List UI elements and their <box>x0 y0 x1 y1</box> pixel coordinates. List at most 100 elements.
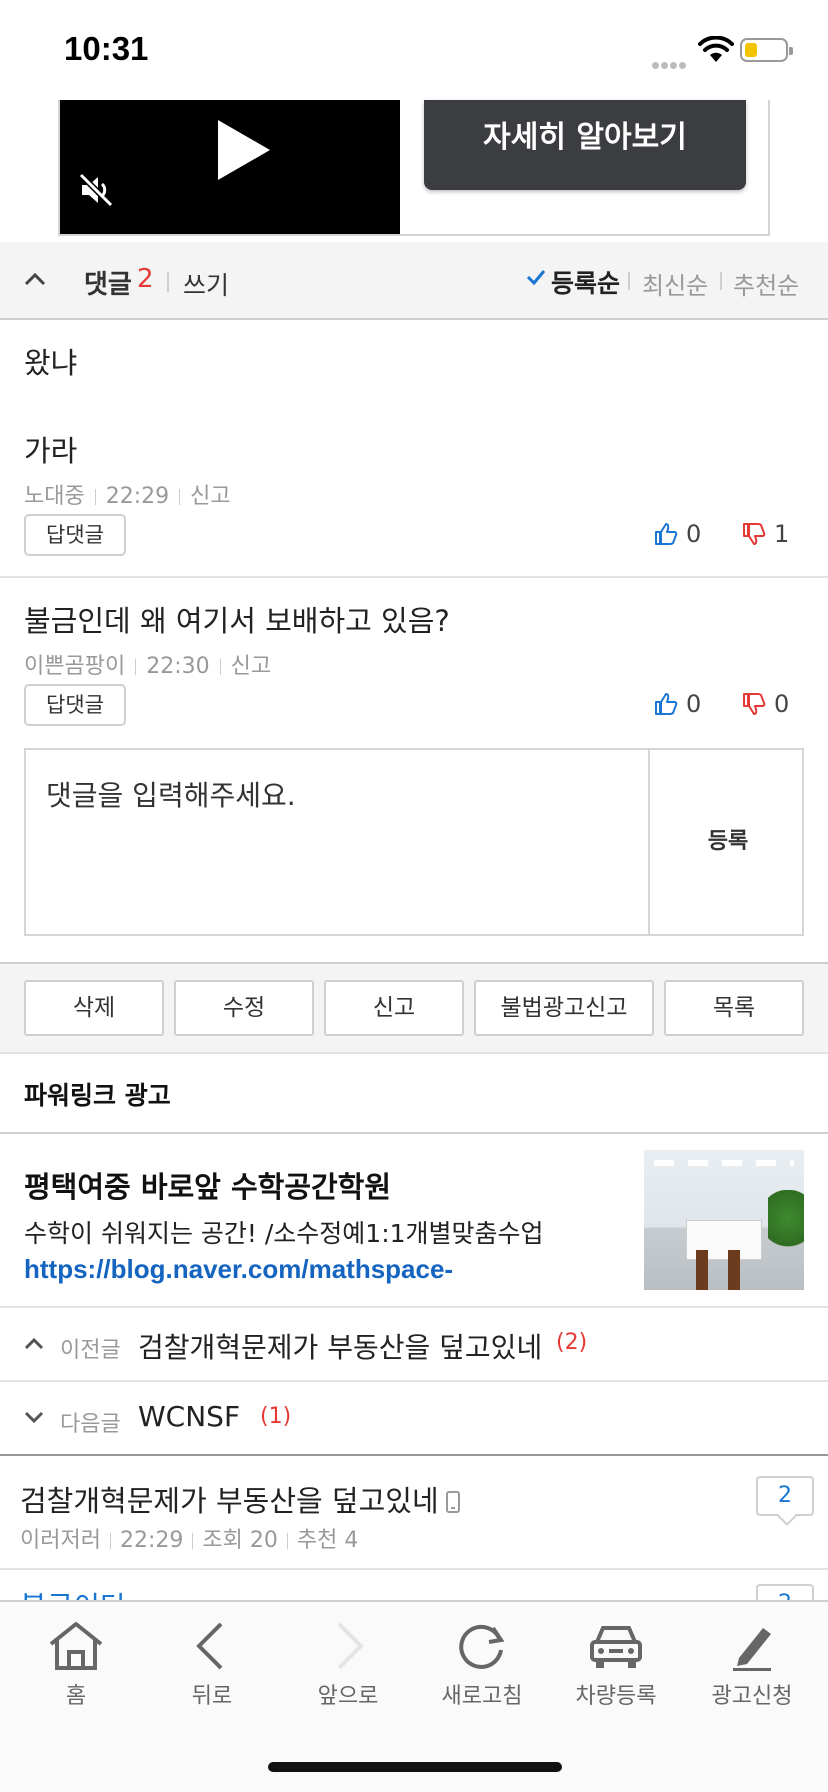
refresh-button[interactable]: 새로고침 <box>422 1620 542 1710</box>
comment-author: 이쁜곰팡이 <box>24 654 126 679</box>
comment-label: 댓글 <box>84 270 132 300</box>
next-post-row[interactable]: 다음글 WCNSF (1) <box>0 1382 828 1456</box>
thumbs-down-icon <box>743 693 766 715</box>
comment-time: 22:29 <box>105 484 170 509</box>
edit-button[interactable]: 수정 <box>174 980 314 1036</box>
like-button[interactable]: 0 <box>654 690 701 718</box>
home-button[interactable]: 홈 <box>16 1620 136 1710</box>
home-indicator <box>268 1762 562 1772</box>
mute-icon[interactable] <box>78 172 114 208</box>
thumbs-up-icon <box>655 523 678 545</box>
next-post-label: 다음글 <box>60 1412 121 1437</box>
sort-latest[interactable]: 최신순 <box>642 266 708 301</box>
chevron-up-icon[interactable] <box>24 272 46 286</box>
dislike-count: 1 <box>774 520 790 548</box>
list-button[interactable]: 목록 <box>664 980 804 1036</box>
car-register-button[interactable]: 차량등록 <box>556 1620 676 1710</box>
post-meta: 이러저러 22:29 조회 20 추천 4 <box>20 1522 358 1554</box>
comment-count: 2 <box>137 264 154 294</box>
status-bar: 10:31 <box>0 0 828 100</box>
post-author: 이러저러 <box>20 1528 101 1553</box>
chevron-left-icon <box>196 1622 223 1670</box>
chevron-up-icon <box>24 1337 44 1350</box>
refresh-icon <box>459 1625 505 1669</box>
video-player[interactable] <box>60 100 400 234</box>
post-views: 조회 20 <box>202 1528 278 1553</box>
back-label: 뒤로 <box>191 1684 233 1709</box>
comment-count-badge[interactable]: 2 <box>756 1476 814 1516</box>
cellular-signal-icon <box>652 54 692 69</box>
car-register-label: 차량등록 <box>575 1684 657 1709</box>
dislike-button[interactable]: 0 <box>742 690 789 718</box>
comment-text: 왔냐 <box>24 346 78 380</box>
post-action-bar: 삭제 수정 신고 불법광고신고 목록 <box>0 962 828 1054</box>
dislike-count: 0 <box>774 690 790 718</box>
comment-form: 등록 <box>24 748 804 936</box>
home-icon <box>49 1622 103 1670</box>
prev-post-comment-count: (2) <box>556 1330 588 1355</box>
learn-more-button[interactable]: 자세히 알아보기 <box>424 100 746 190</box>
forward-button[interactable]: 앞으로 <box>288 1620 408 1710</box>
mobile-icon <box>445 1491 460 1513</box>
divider <box>0 576 828 578</box>
divider <box>720 272 722 290</box>
post-title[interactable]: 검찰개혁문제가 부동산을 덮고있네 <box>20 1478 461 1520</box>
submit-comment-button[interactable]: 등록 <box>652 750 804 934</box>
sort-registered[interactable]: 등록순 <box>551 264 620 300</box>
comment-text: 가라 <box>24 434 78 468</box>
sort-recommended[interactable]: 추천순 <box>733 266 799 301</box>
chevron-down-icon <box>24 1411 44 1424</box>
prev-post-title[interactable]: 검찰개혁문제가 부동산을 덮고있네 <box>138 1326 542 1366</box>
check-icon <box>526 270 546 286</box>
illegal-ad-report-button[interactable]: 불법광고신고 <box>474 980 654 1036</box>
divider <box>628 272 630 290</box>
powerlink-ad[interactable]: 평택여중 바로앞 수학공간학원 수학이 쉬워지는 공간! /소수정예1:1개별맞… <box>0 1132 828 1308</box>
powerlink-title: 파워링크 광고 <box>24 1081 171 1110</box>
status-time: 10:31 <box>64 30 149 67</box>
reply-button[interactable]: 답댓글 <box>24 514 126 556</box>
ad-title[interactable]: 평택여중 바로앞 수학공간학원 <box>24 1164 391 1206</box>
post-title-text[interactable]: 검찰개혁문제가 부동산을 덮고있네 <box>20 1484 439 1518</box>
pencil-icon <box>733 1628 771 1671</box>
refresh-label: 새로고침 <box>441 1684 523 1709</box>
write-comment-link[interactable]: 쓰기 <box>183 266 229 302</box>
dislike-button[interactable]: 1 <box>742 520 789 548</box>
ad-url[interactable]: https://blog.naver.com/mathspace- <box>24 1254 453 1285</box>
divider <box>0 1568 828 1570</box>
like-button[interactable]: 0 <box>654 520 701 548</box>
next-post-title[interactable]: WCNSF <box>138 1400 240 1433</box>
comment-meta: 이쁜곰팡이 22:30 신고 <box>24 648 271 680</box>
ad-request-label: 광고신청 <box>711 1684 793 1709</box>
ad-request-button[interactable]: 광고신청 <box>692 1620 812 1710</box>
prev-post-row[interactable]: 이전글 검찰개혁문제가 부동산을 덮고있네 (2) <box>0 1308 828 1382</box>
battery-icon <box>740 38 793 62</box>
ad-description: 수학이 쉬워지는 공간! /소수정예1:1개별맞춤수업 <box>24 1219 544 1248</box>
report-button[interactable]: 신고 <box>324 980 464 1036</box>
wifi-icon <box>698 36 734 62</box>
comment-meta: 노대중 22:29 신고 <box>24 478 231 510</box>
comment-text: 불금인데 왜 여기서 보배하고 있음? <box>24 604 450 638</box>
report-link[interactable]: 신고 <box>231 654 271 679</box>
play-icon[interactable] <box>214 118 272 182</box>
report-link[interactable]: 신고 <box>190 484 230 509</box>
post-time: 22:29 <box>119 1528 184 1553</box>
divider <box>167 272 169 292</box>
like-count: 0 <box>686 520 702 548</box>
comment-author: 노대중 <box>24 484 85 509</box>
ad-thumbnail-image[interactable] <box>644 1150 804 1290</box>
prev-post-label: 이전글 <box>60 1338 121 1363</box>
delete-button[interactable]: 삭제 <box>24 980 164 1036</box>
like-count: 0 <box>686 690 702 718</box>
home-label: 홈 <box>65 1684 87 1709</box>
car-icon <box>590 1626 642 1668</box>
comment-time: 22:30 <box>146 654 210 679</box>
forward-label: 앞으로 <box>317 1684 379 1709</box>
chevron-right-icon <box>337 1622 364 1670</box>
back-button[interactable]: 뒤로 <box>152 1620 272 1710</box>
reply-button[interactable]: 답댓글 <box>24 684 126 726</box>
post-recommend: 추천 4 <box>296 1528 359 1553</box>
thumbs-up-icon <box>655 693 678 715</box>
video-ad-banner: 자세히 알아보기 <box>58 100 770 236</box>
thumbs-down-icon <box>743 523 766 545</box>
comment-input[interactable] <box>26 750 650 934</box>
